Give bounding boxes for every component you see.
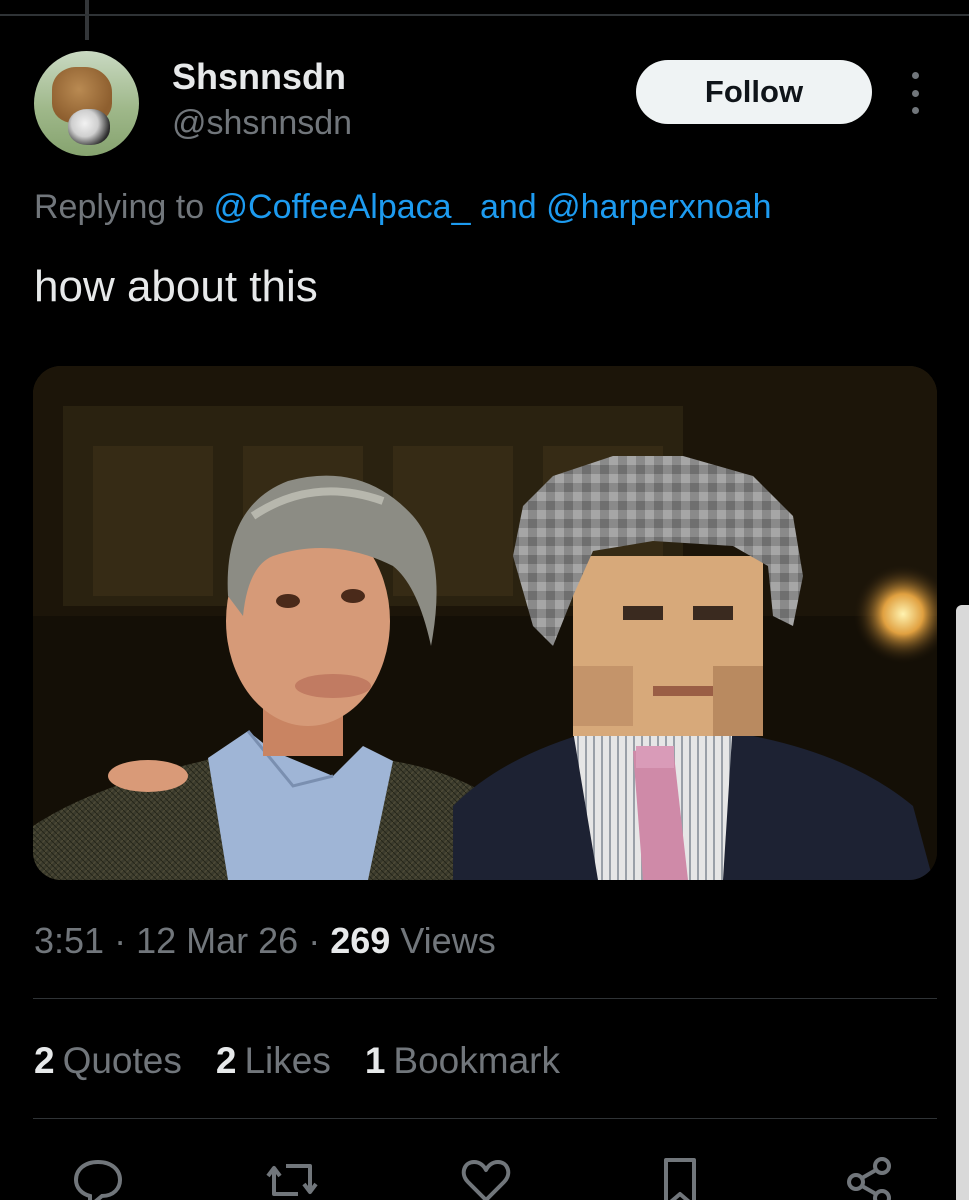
- meta-separator: ·: [114, 920, 127, 961]
- avatar[interactable]: [34, 51, 139, 156]
- quotes-count: 2: [34, 1040, 55, 1081]
- meta-separator: ·: [308, 920, 321, 961]
- views-label: Views: [390, 920, 496, 961]
- top-divider: [0, 14, 969, 16]
- tweet-detail-screen: Shsnnsdn @shsnnsdn Follow Replying to @C…: [0, 0, 969, 1200]
- author-handle[interactable]: @shsnnsdn: [172, 104, 352, 143]
- like-icon[interactable]: [456, 1150, 516, 1200]
- tweet-meta: 3:51 · 12 Mar 26 · 269 Views: [34, 920, 496, 962]
- replying-to: Replying to @CoffeeAlpaca_ and @harperxn…: [34, 188, 772, 227]
- divider-stats: [33, 1118, 937, 1119]
- share-icon[interactable]: [840, 1150, 900, 1200]
- retweet-icon[interactable]: [262, 1150, 322, 1200]
- tweet-text: how about this: [34, 262, 318, 311]
- thread-connector-line: [85, 0, 89, 40]
- replying-and: and: [470, 188, 547, 226]
- quotes-label: Quotes: [62, 1040, 182, 1081]
- scrollbar[interactable]: [956, 605, 969, 1200]
- follow-button[interactable]: Follow: [636, 60, 872, 124]
- tweet-date[interactable]: 12 Mar 26: [136, 920, 298, 961]
- mention-link-harperxnoah[interactable]: @harperxnoah: [546, 188, 771, 226]
- likes-stat[interactable]: 2 Likes: [216, 1040, 331, 1082]
- replying-prefix: Replying to: [34, 188, 214, 226]
- likes-label: Likes: [244, 1040, 331, 1081]
- engagement-stats: 2 Quotes 2 Likes 1 Bookmark: [34, 1040, 560, 1082]
- action-bar: [0, 1150, 969, 1200]
- tweet-time[interactable]: 3:51: [34, 920, 104, 961]
- bookmarks-stat[interactable]: 1 Bookmark: [365, 1040, 560, 1082]
- likes-count: 2: [215, 1040, 237, 1081]
- reply-icon[interactable]: [68, 1150, 128, 1200]
- media-illustration: [33, 366, 937, 880]
- mention-link-coffeealpaca[interactable]: @CoffeeAlpaca_: [214, 188, 471, 226]
- author-display-name[interactable]: Shsnnsdn: [172, 56, 346, 98]
- divider-meta: [33, 998, 937, 999]
- tweet-media-photo[interactable]: [33, 366, 937, 880]
- bookmark-icon[interactable]: [650, 1150, 710, 1200]
- bookmarks-label: Bookmark: [393, 1040, 560, 1081]
- views-count: 269: [330, 920, 391, 961]
- quotes-stat[interactable]: 2 Quotes: [34, 1040, 182, 1082]
- avatar-cat: [68, 109, 110, 145]
- more-options-icon[interactable]: [900, 72, 930, 114]
- bookmarks-count: 1: [364, 1040, 386, 1081]
